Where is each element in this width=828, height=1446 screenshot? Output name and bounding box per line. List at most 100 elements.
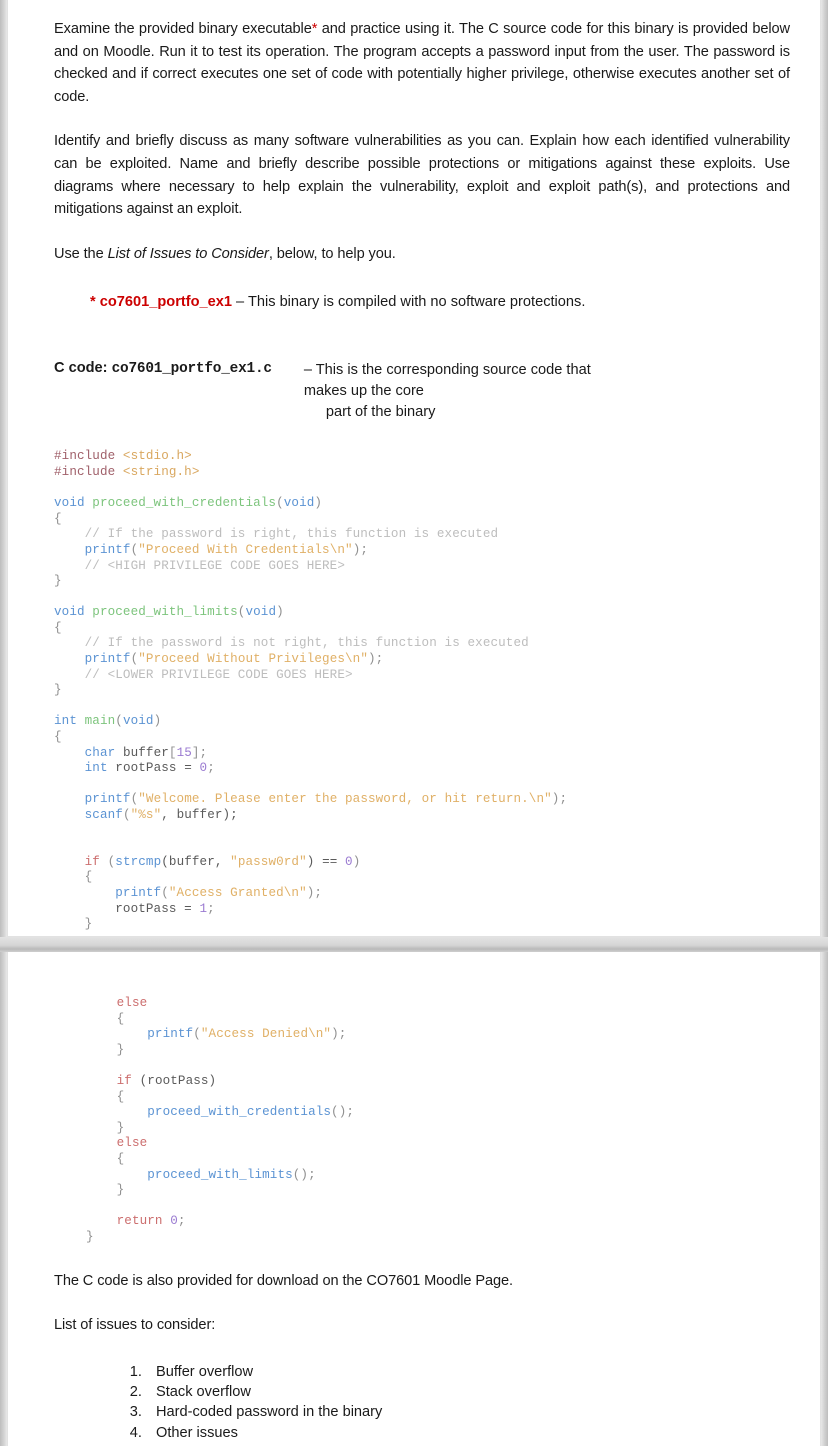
- code-token: ;: [207, 761, 215, 776]
- binary-footnote: * co7601_portfo_ex1 – This binary is com…: [54, 291, 790, 313]
- issues-list-intro: List of issues to consider:: [54, 1317, 216, 1334]
- code-token: void: [54, 605, 93, 620]
- code-token: }: [86, 1120, 125, 1135]
- code-token: );: [551, 792, 568, 807]
- code-token: "Access Granted\n": [168, 885, 307, 900]
- code-token: }: [54, 574, 62, 589]
- code-token: if: [84, 854, 100, 869]
- code-token: {: [86, 1089, 125, 1104]
- code-token: }: [86, 1042, 125, 1057]
- code-heading-desc-line2: part of the binary: [325, 404, 436, 421]
- text-run: , below, to help you.: [268, 245, 396, 262]
- code-token: // If the password is not right, this fu…: [54, 636, 529, 651]
- code-token: (: [99, 854, 116, 869]
- code-token: (: [276, 496, 284, 511]
- code-token: }: [54, 683, 62, 698]
- text-run: Use the: [54, 245, 108, 262]
- code-token: , buffer);: [161, 808, 238, 822]
- code-token: ): [352, 854, 361, 869]
- code-token: // <LOWER PRIVILEGE CODE GOES HERE>: [54, 667, 353, 682]
- code-token: "%s": [130, 808, 162, 822]
- code-token: void: [54, 496, 93, 511]
- code-token: strcmp: [115, 854, 162, 869]
- code-token: "Access Denied\n": [200, 1027, 332, 1042]
- document-viewer[interactable]: Examine the provided binary executable * …: [0, 0, 828, 1446]
- code-heading-filename: co7601_portfo_ex1.c: [111, 361, 272, 378]
- code-token: buffer: [122, 745, 169, 760]
- code-token: {: [54, 511, 62, 526]
- download-note: The C code is also provided for download…: [54, 1272, 513, 1289]
- code-token: {: [54, 730, 62, 745]
- code-token: int: [54, 714, 85, 729]
- footnote-description: – This binary is compiled with no softwa…: [231, 294, 586, 311]
- code-token: (: [193, 1027, 201, 1042]
- code-token: (: [122, 808, 131, 822]
- code-token: "Proceed Without Privileges\n": [138, 652, 368, 667]
- code-token: proceed_with_credentials: [92, 496, 277, 511]
- code-token: (buffer,: [161, 854, 231, 869]
- code-token: proceed_with_limits: [92, 605, 238, 620]
- code-token: int: [84, 761, 116, 776]
- code-token: );: [306, 885, 323, 900]
- paragraph-use-list: Use the List of Issues to Consider, belo…: [54, 243, 790, 266]
- issue-list-item: Buffer overflow: [146, 1362, 790, 1382]
- code-token: );: [331, 1027, 347, 1042]
- code-token: ): [153, 714, 162, 729]
- code-token: proceed_with_credentials: [147, 1105, 332, 1120]
- code-token: }: [86, 1183, 125, 1198]
- code-token: proceed_with_limits: [147, 1167, 293, 1182]
- code-token: return: [116, 1214, 171, 1229]
- code-token: "Welcome. Please enter the password, or …: [138, 792, 552, 807]
- code-token: (: [161, 885, 169, 900]
- code-token: char: [84, 745, 123, 760]
- code-token: // If the password is right, this functi…: [54, 527, 499, 542]
- code-token: else: [116, 1136, 148, 1151]
- paragraph-intro: Examine the provided binary executable* …: [54, 18, 790, 108]
- code-token: {: [86, 1011, 125, 1026]
- paragraph-task: Identify and briefly discuss as many sof…: [54, 130, 790, 220]
- page-separator: [0, 937, 828, 952]
- code-token: <string.h>: [122, 464, 200, 479]
- emphasised-text: List of Issues to Consider: [107, 245, 269, 262]
- code-token: );: [352, 542, 369, 557]
- text-run: Examine the provided binary executable: [54, 21, 312, 37]
- issues-list: Buffer overflowStack overflowHard-coded …: [54, 1362, 790, 1443]
- code-token: ];: [191, 745, 208, 760]
- code-token: #include: [54, 464, 123, 479]
- document-page-1: Examine the provided binary executable * …: [7, 0, 821, 937]
- code-token: printf: [84, 652, 131, 667]
- code-token: ): [276, 605, 284, 620]
- code-token: main: [84, 714, 116, 729]
- code-token: printf: [84, 792, 131, 807]
- issue-list-item: Stack overflow: [146, 1382, 790, 1402]
- code-token: <stdio.h>: [122, 449, 192, 464]
- code-token: ;: [207, 901, 215, 916]
- footnote-binary-name: co7601_portfo_ex1: [99, 294, 232, 311]
- code-token: (: [115, 714, 123, 729]
- code-token: );: [368, 652, 384, 667]
- text-run: Identify and briefly discuss as many sof…: [54, 133, 790, 218]
- code-token: ();: [292, 1167, 316, 1182]
- code-token: void: [245, 605, 277, 620]
- code-token: 15: [176, 745, 192, 760]
- document-page-2: else { printf("Access Denied\n"); } if (…: [7, 952, 821, 1446]
- issue-list-item: Hard-coded password in the binary: [146, 1402, 790, 1422]
- code-token: ();: [331, 1105, 355, 1120]
- code-token: printf: [147, 1027, 194, 1042]
- code-heading: C code: co7601_portfo_ex1.c – This is th…: [54, 360, 790, 423]
- code-token: {: [54, 870, 93, 885]
- code-token: void: [283, 496, 315, 511]
- code-token: "passw0rd": [230, 854, 307, 869]
- code-token: scanf: [84, 808, 123, 822]
- code-token: {: [86, 1151, 125, 1166]
- code-token: #include: [54, 449, 123, 464]
